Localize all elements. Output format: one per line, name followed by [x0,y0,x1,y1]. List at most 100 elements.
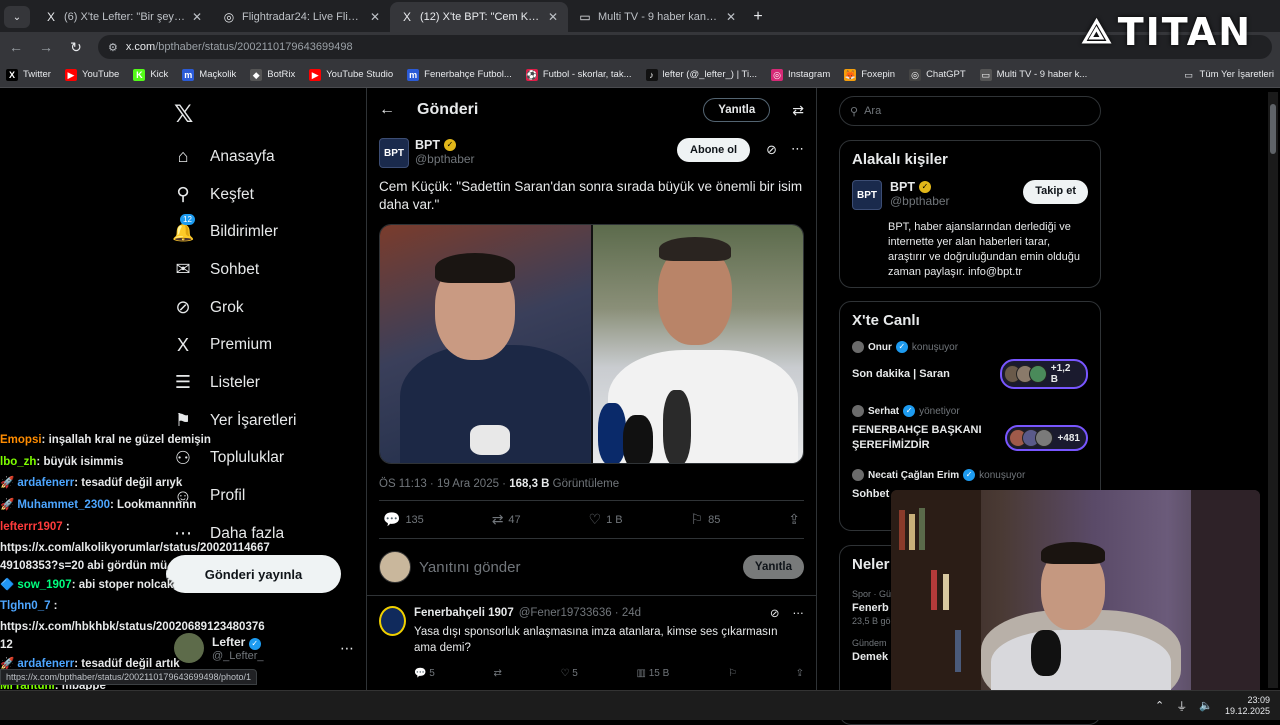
bookmark-favicon-icon: ⚽ [525,68,538,81]
tab-search-button[interactable]: ⌄ [4,6,30,28]
author-name-text: BPT [415,138,440,152]
close-icon[interactable]: ✕ [726,10,736,24]
listeners-pill[interactable]: +481 [1005,425,1088,451]
bookmark-item[interactable]: ▭ Multi TV - 9 haber k... [979,68,1088,81]
reply-author-name[interactable]: Fenerbahçeli 1907 [414,607,514,619]
more-icon[interactable]: ⋯ [791,141,804,157]
author-handle[interactable]: @bpthaber [415,152,475,166]
share-action[interactable]: ⇪ [788,511,800,528]
sliders-icon[interactable]: ⇄ [792,102,804,119]
chevron-up-icon[interactable]: ⌃ [1155,699,1164,712]
sidebar-item-lists[interactable]: ☰ Listeler [172,364,296,402]
avatar[interactable] [379,606,406,636]
close-icon[interactable]: ✕ [370,10,380,24]
close-icon[interactable]: ✕ [548,10,558,24]
live-space[interactable]: Serhat ✓ yönetiyor FENERBAHÇE BAŞKANI ŞEREF… [852,405,1088,453]
subscribe-button[interactable]: Abone ol [677,138,751,162]
sidebar-item-chat[interactable]: ✉ Sohbet [172,251,296,289]
bookmark-item[interactable]: ⚽ Futbol - skorlar, tak... [525,68,632,81]
bookmark-item[interactable]: ▶ YouTube Studio [309,68,393,81]
reply-action[interactable]: 💬 135 [383,511,424,528]
related-person[interactable]: BPT BPT ✓ @bpthaber Takip et [852,180,1088,210]
chat-message: 🚀 ardafenerr: tesadüf değil arıyk [0,473,360,495]
bookmark-favicon-icon: X [6,68,18,81]
clock[interactable]: 23:09 19.12.2025 [1225,695,1270,717]
scrollbar-thumb[interactable] [1270,104,1276,154]
tweet-time[interactable]: ÖS 11:13 · 19 Ara 2025 · [379,478,509,490]
bookmark-label: Multi TV - 9 haber k... [996,69,1088,80]
bookmark-action[interactable]: ⚐ 85 [691,511,721,528]
photo-left[interactable] [380,225,591,463]
tab-flightradar[interactable]: ◎ Flightradar24: Live Flight Tracker ✕ [212,2,390,32]
bookmark-favicon-icon: ▭ [979,68,992,81]
hair-shape [435,253,515,283]
search-input[interactable]: ⚲ Ara [839,96,1101,126]
x-logo-icon[interactable]: 𝕏 [174,100,193,129]
sidebar-item-grok[interactable]: ⊘ Grok [172,289,296,327]
reply-author-handle[interactable]: @Fener19733636 · 24d [519,607,641,619]
bookmark-label: ChatGPT [926,69,966,80]
photo-right[interactable] [591,225,803,463]
bookmark-item[interactable]: ♪ lefter (@_lefter_) | Ti... [645,68,757,81]
back-icon[interactable]: ← [8,39,24,55]
grok-icon[interactable]: ⊘ [770,606,780,620]
premium-icon: X [172,335,194,356]
reply-action[interactable]: 💬 5 [414,668,435,679]
network-icon[interactable]: ⏚ [1176,698,1187,714]
chat-badge-icon: 🔷 [0,578,15,591]
bookmark-item[interactable]: 🦊 Foxepin [844,68,895,81]
views-action[interactable]: ▥ 15 B [636,668,669,679]
more-icon[interactable]: ⋯ [793,606,805,620]
all-bookmarks-folder[interactable]: ▭ Tüm Yer İşaretleri [1183,69,1274,81]
bookmark-icon[interactable]: ⚐ [728,668,737,679]
chat-username: Tlghn0_7 [0,600,51,613]
url-host: x.com [125,41,156,53]
bookmark-item[interactable]: X Twitter [6,68,51,81]
bookmark-item[interactable]: ▶ YouTube [64,68,119,81]
reply-submit-button[interactable]: Yanıtla [742,555,804,579]
avatar [1035,429,1054,447]
bookmark-item[interactable]: m Maçkolik [182,68,236,81]
tab-multitv[interactable]: ▭ Multi TV - 9 haber kanalını aynı ✕ [568,2,746,32]
bookmark-item[interactable]: ◎ Instagram [771,68,830,81]
back-arrow-icon[interactable]: ← [379,101,395,119]
lists-glyph: ☰ [174,372,192,393]
live-space[interactable]: Onur ✓ konuşuyor Son dakika | Saran +1,2 B [852,341,1088,389]
live-host-name: Serhat [868,405,900,417]
volume-icon[interactable]: 🔈 [1199,699,1213,712]
related-name[interactable]: BPT ✓ [890,180,1015,194]
reload-icon[interactable]: ↻ [68,39,84,56]
close-icon[interactable]: ✕ [192,10,202,24]
reply-input[interactable]: Yanıtını gönder [419,559,735,576]
tweet-image[interactable] [379,224,804,464]
bpt-avatar[interactable]: BPT [852,180,882,210]
forward-icon[interactable]: → [38,39,54,55]
sidebar-item-premium[interactable]: X Premium [172,326,296,364]
retweet-action[interactable]: ⇄ 47 [492,511,521,528]
bookmark-item[interactable]: m Fenerbahçe Futbol... [407,68,512,81]
reply-header-button[interactable]: Yanıtla [703,98,771,122]
share-icon[interactable]: ⇪ [796,668,804,679]
like-action[interactable]: ♡ 5 [561,668,578,679]
grok-icon[interactable]: ⊘ [766,142,777,158]
follow-button[interactable]: Takip et [1023,180,1088,204]
retweet-icon[interactable]: ⇄ [493,668,501,679]
new-tab-button[interactable]: + [746,5,770,29]
reply-tweet[interactable]: Fenerbahçeli 1907 @Fener19733636 · 24d ⊘… [367,596,816,689]
bookmark-item[interactable]: ◎ ChatGPT [909,68,966,81]
scrollbar[interactable] [1268,92,1278,688]
reply-text: Yasa dışı sponsorluk anlaşmasına imza at… [414,626,778,654]
site-info-icon[interactable]: ⚙ [108,41,118,54]
like-action[interactable]: ♡ 1 B [589,511,623,528]
tab-bpt[interactable]: X (12) X'te BPT: "Cem Küçük: "Sad ✕ [390,2,568,32]
tweet-actions: 💬 135 ⇄ 47 ♡ 1 B ⚐ 85 ⇪ [379,501,804,539]
author-name[interactable]: BPT ✓ [415,138,475,152]
sidebar-item-home[interactable]: ⌂ Anasayfa [172,138,296,176]
bookmark-item[interactable]: ◆ BotRix [250,68,295,81]
sidebar-item-notifications[interactable]: 🔔 12 Bildirimler [172,213,296,251]
tab-lefter[interactable]: X (6) X'te Lefter: "Bir şey diyim şu ✕ [34,2,212,32]
listeners-pill[interactable]: +1,2 B [999,359,1088,389]
sidebar-item-explore[interactable]: ⚲ Keşfet [172,176,296,214]
bpt-avatar[interactable]: BPT [379,138,409,168]
bookmark-item[interactable]: K Kick [133,68,168,81]
